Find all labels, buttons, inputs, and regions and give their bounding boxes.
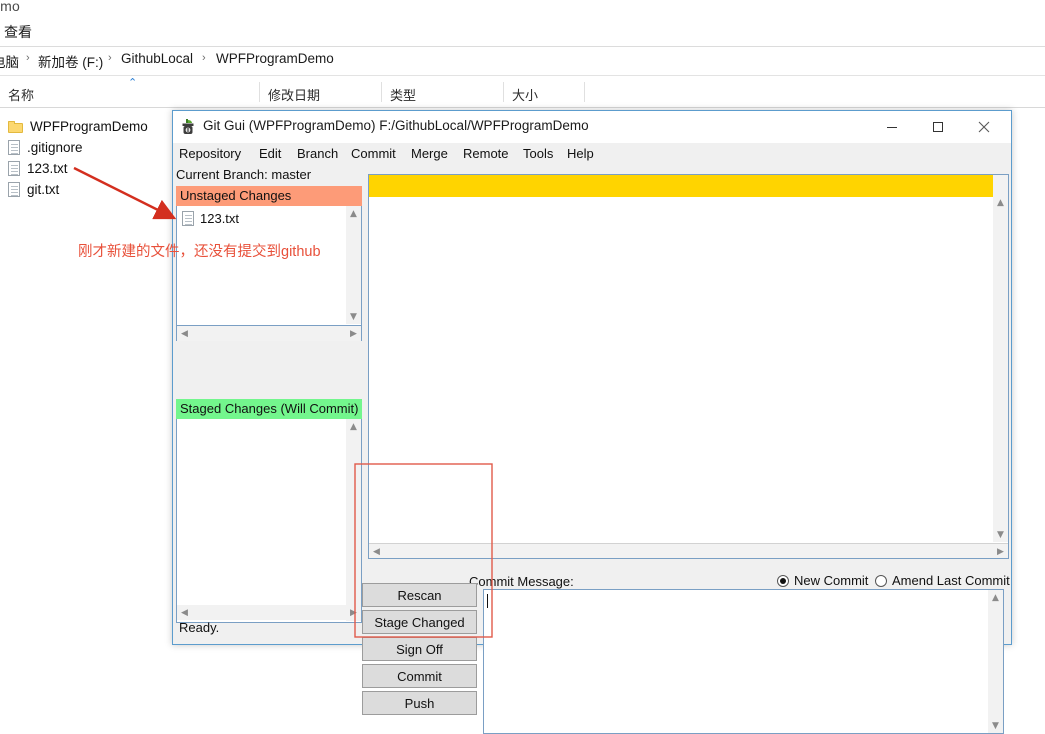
column-header-name[interactable]: 名称 [8,85,34,104]
scroll-up-icon[interactable]: ▲ [988,590,1003,605]
action-button-stack: Rescan Stage Changed Sign Off Commit Pus… [362,583,477,718]
scroll-up-icon[interactable]: ▲ [993,195,1008,210]
unstaged-changes-header: Unstaged Changes [176,186,362,206]
file-icon [8,182,20,197]
ribbon-tab-view[interactable]: 查看 [4,22,32,42]
breadcrumb-item-wpfprogramdemo[interactable]: WPFProgramDemo [216,51,334,66]
status-bar: Ready. [179,620,220,635]
file-icon [182,211,194,226]
diff-highlight-bar [369,175,993,197]
breadcrumb-item-githublocal[interactable]: GithubLocal [121,51,193,66]
commit-message-label: Commit Message: [469,574,574,589]
diff-horizontal-scrollbar[interactable]: ◀ ▶ [369,543,1008,558]
window-title: Git Gui (WPFProgramDemo) F:/GithubLocal/… [203,118,589,133]
column-header-divider [0,107,1045,108]
explorer-tab-title: mDemo [0,0,21,14]
title-bar[interactable]: Git Gui (WPFProgramDemo) F:/GithubLocal/… [173,111,1011,143]
breadcrumb: 电脑 › 新加卷 (F:) › GithubLocal › WPFProgram… [0,47,1045,74]
menu-item-edit[interactable]: Edit [259,146,281,161]
menu-item-remote[interactable]: Remote [463,146,509,161]
scroll-left-icon[interactable]: ◀ [177,326,192,341]
annotation-note: 刚才新建的文件，还没有提交到github [78,244,321,260]
git-gui-app-icon [181,119,196,135]
radio-amend-label: Amend Last Commit [892,573,1010,588]
scroll-right-icon[interactable]: ▶ [346,326,361,341]
scroll-right-icon[interactable]: ▶ [993,544,1008,559]
list-item[interactable]: 123.txt [182,211,239,226]
column-divider[interactable] [381,82,382,102]
menu-item-repository[interactable]: Repository [179,146,241,161]
staged-changes-list[interactable]: ▲ ▼ [176,419,362,623]
menu-item-branch[interactable]: Branch [297,146,338,161]
radio-new-commit[interactable]: New Commit [777,573,868,588]
current-branch-label: Current Branch: master [176,167,312,182]
menu-item-tools[interactable]: Tools [523,146,553,161]
breadcrumb-separator-1: › [26,52,30,64]
breadcrumb-separator-2: › [108,52,112,64]
radio-new-commit-label: New Commit [794,573,869,588]
file-icon [8,140,20,155]
sort-ascending-icon: ⌃ [128,76,138,89]
menu-bar: Repository Edit Branch Commit Merge Remo… [173,143,1011,165]
push-button[interactable]: Push [362,691,477,715]
commit-message-scrollbar[interactable]: ▲ ▼ [988,590,1003,733]
scroll-down-icon[interactable]: ▼ [346,309,361,324]
file-icon [8,161,20,176]
breadcrumb-item-pc[interactable]: 电脑 [0,51,19,71]
list-item-label: 123.txt [27,161,68,176]
list-item[interactable]: git.txt [8,179,59,200]
unstaged-horizontal-scrollbar[interactable]: ◀ ▶ [176,326,362,341]
stage-changed-button[interactable]: Stage Changed [362,610,477,634]
list-item-label: WPFProgramDemo [30,119,148,134]
column-header-date[interactable]: 修改日期 [268,85,320,104]
column-header-size[interactable]: 大小 [512,85,538,104]
diff-vertical-scrollbar[interactable]: ▲ ▼ [993,175,1008,542]
column-divider[interactable] [259,82,260,102]
minimize-icon[interactable] [869,111,915,142]
scroll-left-icon[interactable]: ◀ [369,544,384,559]
git-gui-window: Git Gui (WPFProgramDemo) F:/GithubLocal/… [172,110,1012,734]
column-header-type[interactable]: 类型 [390,85,416,104]
column-divider[interactable] [503,82,504,102]
list-item-label: 123.txt [200,211,240,226]
column-header-bar: 名称 修改日期 类型 大小 [0,78,1045,106]
diff-viewer[interactable]: ▲ ▼ ◀ ▶ [368,174,1009,559]
unstaged-changes-list[interactable]: 123.txt ▲ ▼ [176,206,362,326]
scroll-down-icon[interactable]: ▼ [988,718,1003,733]
close-icon[interactable] [961,111,1007,142]
menu-item-commit[interactable]: Commit [351,146,396,161]
list-item[interactable]: .gitignore [8,137,83,158]
text-caret [487,594,488,608]
breadcrumb-item-volume[interactable]: 新加卷 (F:) [38,51,103,71]
list-item-label: git.txt [27,182,60,197]
commit-button[interactable]: Commit [362,664,477,688]
radio-amend-last-commit[interactable]: Amend Last Commit [875,573,1010,588]
rescan-button[interactable]: Rescan [362,583,477,607]
radio-selected-icon [777,574,789,587]
sign-off-button[interactable]: Sign Off [362,637,477,661]
breadcrumb-divider [0,75,1045,76]
scroll-down-icon[interactable]: ▼ [993,527,1008,542]
explorer-ribbon: 查看 [0,20,1045,46]
list-item[interactable]: WPFProgramDemo [8,116,148,137]
unstaged-vertical-scrollbar[interactable]: ▲ ▼ [346,206,361,324]
scroll-up-icon[interactable]: ▲ [346,419,361,434]
menu-item-merge[interactable]: Merge [411,146,448,161]
staged-changes-header: Staged Changes (Will Commit) [176,399,362,419]
folder-icon [8,120,23,133]
staged-vertical-scrollbar[interactable]: ▲ ▼ [346,419,361,621]
radio-unselected-icon [875,574,887,587]
maximize-icon[interactable] [915,111,961,142]
list-item[interactable]: 123.txt [8,158,68,179]
scroll-up-icon[interactable]: ▲ [346,206,361,221]
breadcrumb-separator-3: › [202,52,206,64]
menu-item-help[interactable]: Help [567,146,594,161]
list-item-label: .gitignore [27,140,83,155]
column-divider[interactable] [584,82,585,102]
commit-message-input[interactable]: ▲ ▼ [483,589,1004,734]
